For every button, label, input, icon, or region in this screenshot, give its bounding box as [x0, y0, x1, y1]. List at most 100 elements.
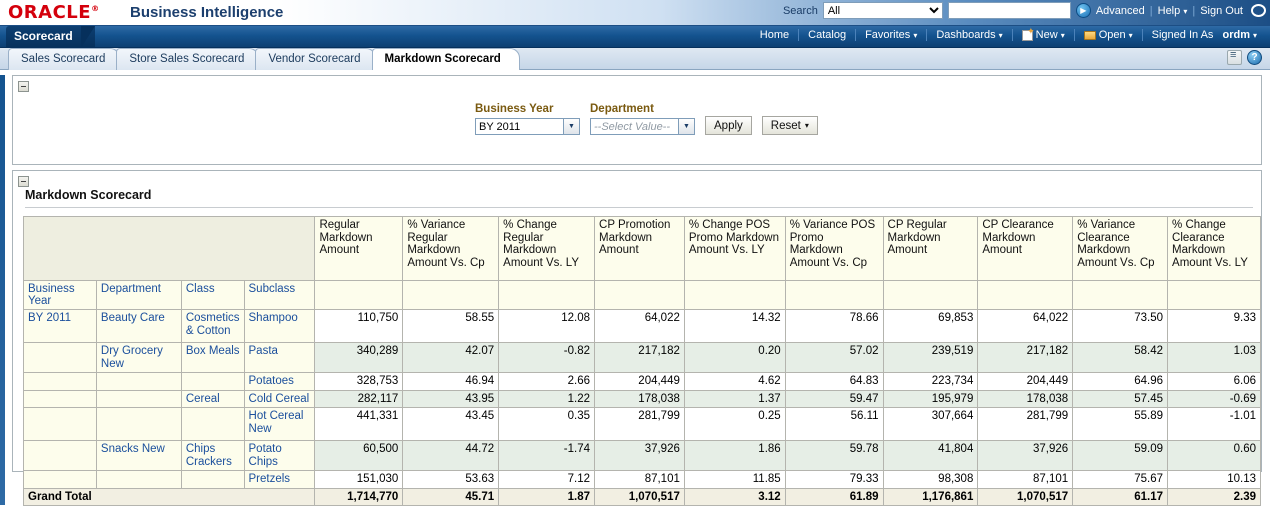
grand-total-row: Grand Total1,714,77045.711.871,070,5173.…	[24, 488, 1261, 505]
cell-department[interactable]: Beauty Care	[96, 310, 181, 343]
col-header-cp-regular-markdown-amount[interactable]: CP Regular Markdown Amount	[883, 217, 978, 281]
cell-subclass[interactable]: Pasta	[244, 343, 315, 373]
collapse-minus-icon[interactable]	[18, 176, 29, 187]
cell-measure-6: 41,804	[883, 441, 978, 471]
sign-out-link[interactable]: Sign Out	[1200, 5, 1243, 17]
cell-measure-5: 78.66	[785, 310, 883, 343]
cell-measure-8: 57.45	[1073, 390, 1168, 408]
cell-measure-7: 37,926	[978, 441, 1073, 471]
cell-subclass[interactable]: Pretzels	[244, 471, 315, 489]
dim-spacer-10	[1168, 281, 1261, 310]
help-menu-label: Help	[1158, 5, 1181, 17]
col-header-cp-promotion-markdown-amount[interactable]: CP Promotion Markdown Amount	[595, 217, 685, 281]
apply-button[interactable]: Apply	[705, 116, 752, 135]
cell-subclass[interactable]: Shampoo	[244, 310, 315, 343]
cell-subclass[interactable]: Potatoes	[244, 373, 315, 391]
cell-measure-9: 10.13	[1168, 471, 1261, 489]
help-menu[interactable]: Help ▾	[1158, 5, 1188, 17]
cell-measure-6: 239,519	[883, 343, 978, 373]
global-header: ORACLE® Business Intelligence Search All…	[0, 0, 1270, 26]
cell-department[interactable]: Snacks New	[96, 441, 181, 471]
chevron-down-icon: ▾	[805, 121, 809, 130]
cell-subclass[interactable]: Cold Cereal	[244, 390, 315, 408]
chevron-down-icon[interactable]: ▼	[563, 118, 580, 135]
go-arrow-icon[interactable]: ▶	[1076, 3, 1091, 18]
nav-item-open[interactable]: Open▾	[1075, 29, 1143, 41]
cell-class[interactable]: Cosmetics & Cotton	[181, 310, 244, 343]
cell-class[interactable]: Cereal	[181, 390, 244, 408]
help-question-icon[interactable]: ?	[1247, 50, 1262, 65]
table-row: Potatoes328,75346.942.66204,4494.6264.83…	[24, 373, 1261, 391]
collapse-minus-icon[interactable]	[18, 81, 29, 92]
signed-in-as-menu[interactable]: Signed In As ordm▾	[1143, 29, 1266, 41]
report-title-divider	[25, 207, 1253, 208]
cell-measure-6: 69,853	[883, 310, 978, 343]
cell-measure-5: 64.83	[785, 373, 883, 391]
col-header-change-clearance-markdown-vs-ly[interactable]: % Change Clearance Markdown Amount Vs. L…	[1168, 217, 1261, 281]
search-scope-select[interactable]: All	[823, 2, 943, 19]
cell-business-year	[24, 441, 97, 471]
signed-in-as-label: Signed In As	[1152, 29, 1214, 41]
cell-business-year	[24, 343, 97, 373]
col-header-variance-regular-markdown-vs-cp[interactable]: % Variance Regular Markdown Amount Vs. C…	[403, 217, 499, 281]
advanced-link[interactable]: Advanced	[1096, 5, 1145, 17]
chevron-down-icon[interactable]: ▼	[678, 118, 695, 135]
cell-subclass[interactable]: Hot Cereal New	[244, 408, 315, 441]
cell-subclass[interactable]: Potato Chips	[244, 441, 315, 471]
dim-spacer-5	[684, 281, 785, 310]
cell-class[interactable]: Chips Crackers	[181, 441, 244, 471]
col-header-cp-clearance-markdown-amount[interactable]: CP Clearance Markdown Amount	[978, 217, 1073, 281]
col-header-subclass[interactable]: Subclass	[244, 281, 315, 310]
col-header-variance-clearance-markdown-vs-cp[interactable]: % Variance Clearance Markdown Amount Vs.…	[1073, 217, 1168, 281]
cell-measure-2: 12.08	[499, 310, 595, 343]
tab-store-sales-scorecard[interactable]: Store Sales Scorecard	[116, 48, 259, 70]
nav-item-home-label: Home	[760, 29, 789, 41]
nav-item-catalog-label: Catalog	[808, 29, 846, 41]
col-header-change-pos-promo-markdown-vs-ly[interactable]: % Change POS Promo Markdown Amount Vs. L…	[684, 217, 785, 281]
cell-business-year	[24, 373, 97, 391]
department-select[interactable]: --Select Value-- ▼	[590, 118, 695, 135]
oracle-logo-text: ORACLE	[8, 2, 91, 23]
col-header-department[interactable]: Department	[96, 281, 181, 310]
cell-measure-3: 204,449	[595, 373, 685, 391]
dim-spacer-4	[595, 281, 685, 310]
cell-measure-2: -1.74	[499, 441, 595, 471]
nav-item-home[interactable]: Home	[751, 29, 799, 41]
tab-sales-scorecard[interactable]: Sales Scorecard	[8, 48, 120, 70]
search-input[interactable]	[948, 2, 1071, 19]
prompt-business-year: Business Year BY 2011 ▼	[475, 103, 580, 135]
tab-markdown-scorecard[interactable]: Markdown Scorecard	[372, 48, 520, 70]
grand-total-measure-3: 1,070,517	[595, 488, 685, 505]
chevron-down-icon: ▾	[999, 31, 1003, 40]
page-options-icon[interactable]	[1227, 50, 1242, 65]
grand-total-measure-2: 1.87	[499, 488, 595, 505]
nav-item-favorites[interactable]: Favorites▾	[856, 29, 927, 41]
cell-department[interactable]: Dry Grocery New	[96, 343, 181, 373]
reset-button[interactable]: Reset ▾	[762, 116, 818, 135]
cell-measure-2: 0.35	[499, 408, 595, 441]
col-header-change-regular-markdown-vs-ly[interactable]: % Change Regular Markdown Amount Vs. LY	[499, 217, 595, 281]
business-year-select[interactable]: BY 2011 ▼	[475, 118, 580, 135]
nav-item-dashboards[interactable]: Dashboards▾	[927, 29, 1012, 41]
col-header-regular-markdown-amount[interactable]: Regular Markdown Amount	[315, 217, 403, 281]
col-header-business-year[interactable]: Business Year	[24, 281, 97, 310]
business-year-value: BY 2011	[475, 118, 563, 135]
chevron-down-icon: ▾	[1183, 7, 1187, 16]
nav-item-catalog[interactable]: Catalog	[799, 29, 856, 41]
nav-item-new[interactable]: New▾	[1013, 29, 1075, 41]
col-header-variance-pos-promo-markdown-vs-cp[interactable]: % Variance POS Promo Markdown Amount Vs.…	[785, 217, 883, 281]
global-nav-bar: Scorecard Home Catalog Favorites▾ Dashbo…	[0, 26, 1270, 48]
cell-class[interactable]: Box Meals	[181, 343, 244, 373]
col-header-class[interactable]: Class	[181, 281, 244, 310]
tab-vendor-scorecard[interactable]: Vendor Scorecard	[255, 48, 375, 70]
cell-measure-7: 64,022	[978, 310, 1073, 343]
report-panel: Markdown Scorecard Regular Markdown Amou…	[12, 170, 1262, 472]
user-avatar-icon[interactable]	[1251, 4, 1266, 17]
cell-measure-8: 75.67	[1073, 471, 1168, 489]
dim-spacer-3	[499, 281, 595, 310]
cell-measure-0: 328,753	[315, 373, 403, 391]
cell-business-year[interactable]: BY 2011	[24, 310, 97, 343]
measure-header-row: Regular Markdown Amount % Variance Regul…	[24, 217, 1261, 281]
pivot-table-body: BY 2011Beauty CareCosmetics & CottonSham…	[24, 310, 1261, 506]
prompt-panel: Business Year BY 2011 ▼ Department --Sel…	[12, 75, 1262, 165]
